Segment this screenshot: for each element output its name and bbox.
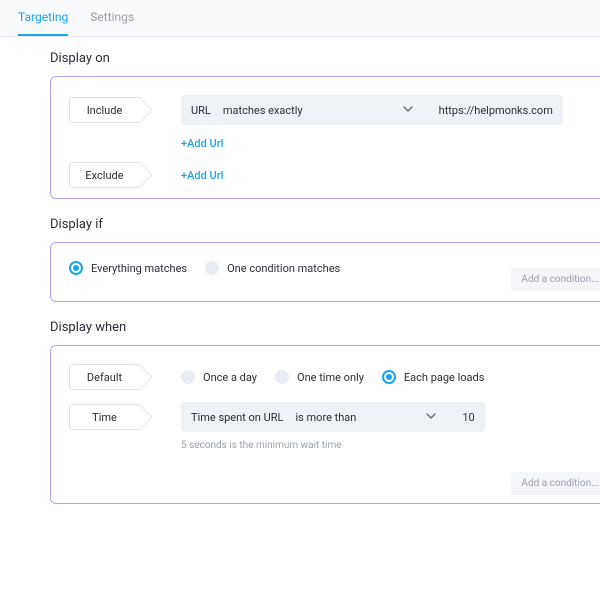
radio-label: One time only bbox=[297, 371, 364, 384]
url-rule-row: URL matches exactly https://helpmonks.co… bbox=[181, 95, 563, 125]
url-value-input[interactable]: https://helpmonks.com bbox=[439, 104, 553, 117]
section-display-when: Display when Default Once a day One time… bbox=[50, 320, 600, 504]
add-condition-button[interactable]: Add a condition... bbox=[511, 472, 600, 495]
section-display-if: Display if Everything matches One condit… bbox=[50, 217, 600, 302]
radio-label: Once a day bbox=[203, 371, 257, 384]
radio-selected-icon bbox=[69, 261, 83, 275]
add-url-include-link[interactable]: +Add Url bbox=[181, 137, 223, 150]
tab-targeting[interactable]: Targeting bbox=[18, 10, 68, 36]
radio-once-a-day[interactable]: Once a day bbox=[181, 370, 257, 384]
panel-display-on: Include URL matches exactly https://help… bbox=[50, 76, 600, 199]
radio-unselected-icon bbox=[205, 261, 219, 275]
add-url-exclude-link[interactable]: +Add Url bbox=[181, 169, 223, 182]
chevron-down-icon bbox=[403, 104, 413, 117]
tab-bar: Targeting Settings bbox=[0, 0, 600, 37]
exclude-tag: Exclude bbox=[69, 162, 139, 188]
time-metric-label: Time spent on URL bbox=[191, 411, 283, 424]
radio-unselected-icon bbox=[181, 370, 195, 384]
time-value-input[interactable]: 10 bbox=[462, 411, 474, 424]
add-condition-button[interactable]: Add a condition... bbox=[511, 268, 600, 291]
time-tag: Time bbox=[69, 404, 139, 430]
radio-each-page-loads[interactable]: Each page loads bbox=[382, 370, 485, 384]
default-tag: Default bbox=[69, 364, 139, 390]
radio-one-time-only[interactable]: One time only bbox=[275, 370, 364, 384]
section-title-display-on: Display on bbox=[50, 51, 600, 66]
time-operator-value: is more than bbox=[295, 411, 356, 424]
radio-label: Each page loads bbox=[404, 371, 485, 384]
radio-selected-icon bbox=[382, 370, 396, 384]
radio-label: One condition matches bbox=[227, 262, 340, 275]
frequency-radio-group: Once a day One time only Each page loads bbox=[181, 370, 484, 384]
time-helper-text: 5 seconds is the minimum wait time bbox=[181, 440, 485, 451]
url-field-label: URL bbox=[191, 104, 211, 117]
time-operator-select[interactable]: is more than bbox=[295, 411, 436, 424]
radio-everything-matches[interactable]: Everything matches bbox=[69, 261, 187, 275]
radio-label: Everything matches bbox=[91, 262, 187, 275]
tab-settings[interactable]: Settings bbox=[90, 10, 134, 36]
panel-display-if: Everything matches One condition matches… bbox=[50, 242, 600, 302]
section-display-on: Display on Include URL matches exactly h… bbox=[50, 51, 600, 199]
url-match-select[interactable]: matches exactly bbox=[223, 104, 413, 117]
panel-display-when: Default Once a day One time only Each pa… bbox=[50, 345, 600, 504]
url-match-value: matches exactly bbox=[223, 104, 303, 117]
radio-unselected-icon bbox=[275, 370, 289, 384]
section-title-display-when: Display when bbox=[50, 320, 600, 335]
radio-one-condition[interactable]: One condition matches bbox=[205, 261, 340, 275]
time-rule-row: Time spent on URL is more than 10 bbox=[181, 402, 485, 432]
include-tag: Include bbox=[69, 97, 139, 123]
chevron-down-icon bbox=[426, 411, 436, 424]
section-title-display-if: Display if bbox=[50, 217, 600, 232]
